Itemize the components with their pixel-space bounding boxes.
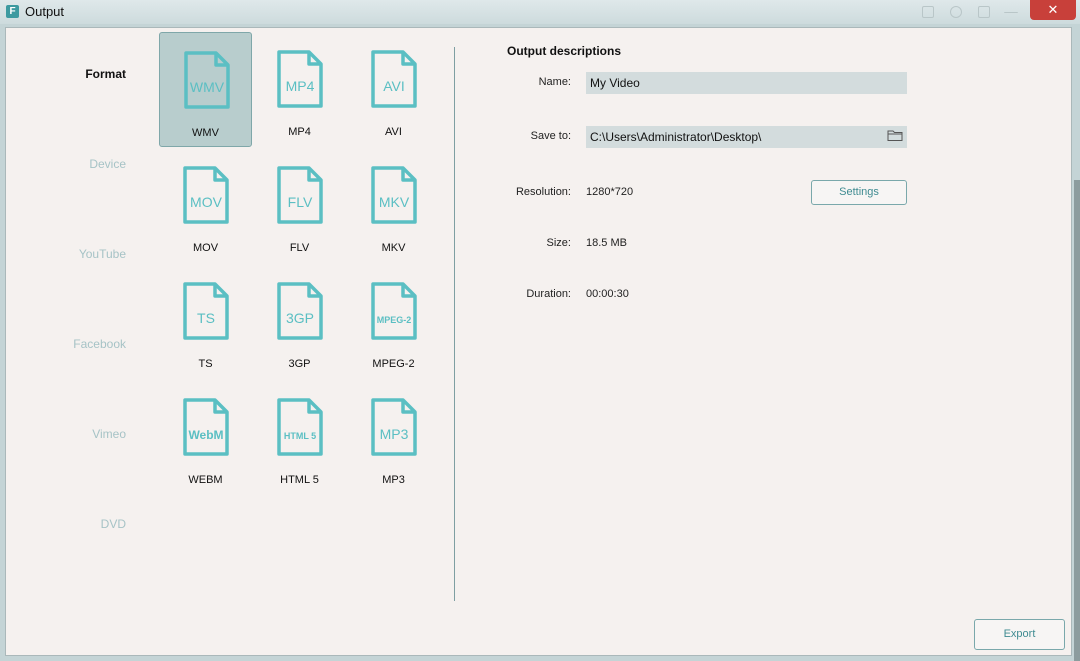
file-icon: MOV: [183, 166, 229, 224]
ghost-icon-1: [922, 6, 934, 18]
size-label: Size:: [546, 237, 571, 249]
format-tile-html-5[interactable]: HTML 5 HTML 5: [253, 380, 346, 495]
format-label: MOV: [192, 242, 219, 254]
format-tile-webm[interactable]: WebM WEBM: [159, 380, 252, 495]
file-icon-text: 3GP: [286, 310, 314, 326]
ghost-icon-4: [1004, 12, 1018, 14]
window-title: Output: [25, 4, 65, 19]
format-label: MKV: [381, 242, 406, 254]
sidebar-item-youtube[interactable]: YouTube: [36, 247, 126, 261]
file-icon-text: MKV: [379, 194, 410, 210]
output-descriptions-heading: Output descriptions: [507, 44, 621, 58]
file-icon-text: MOV: [190, 194, 223, 210]
format-tile-mov[interactable]: MOV MOV: [159, 148, 252, 263]
file-icon: MPEG-2: [371, 282, 417, 340]
file-icon: TS: [183, 282, 229, 340]
name-input[interactable]: My Video: [586, 72, 907, 94]
format-label: MPEG-2: [372, 358, 415, 370]
file-icon-text: AVI: [383, 78, 405, 94]
format-label: 3GP: [288, 358, 311, 370]
save-to-label: Save to:: [530, 130, 571, 142]
file-icon: HTML 5: [277, 398, 323, 456]
sidebar-item-vimeo[interactable]: Vimeo: [36, 427, 126, 441]
format-label: MP4: [288, 126, 311, 138]
file-icon: 3GP: [277, 282, 323, 340]
file-icon-text: WebM: [188, 428, 223, 442]
duration-value: 00:00:30: [586, 288, 629, 300]
file-icon-text: MPEG-2: [377, 315, 412, 325]
sidebar-item-device[interactable]: Device: [36, 157, 126, 171]
format-tile-mkv[interactable]: MKV MKV: [347, 148, 440, 263]
file-icon: MP4: [277, 50, 323, 108]
folder-icon[interactable]: [887, 128, 903, 142]
format-label: WMV: [192, 127, 219, 139]
format-tile-wmv[interactable]: WMV WMV: [159, 32, 252, 147]
format-label: FLV: [289, 242, 310, 254]
panel-divider: [454, 47, 455, 601]
format-label: AVI: [385, 126, 402, 138]
settings-button[interactable]: Settings: [811, 180, 907, 205]
save-to-path: C:\Users\Administrator\Desktop\: [590, 130, 762, 144]
file-icon-text: WMV: [190, 79, 225, 95]
file-icon-text: FLV: [288, 194, 313, 210]
format-label: MP3: [382, 474, 405, 486]
format-label: HTML 5: [280, 474, 319, 486]
ghost-icon-2: [950, 6, 962, 18]
format-label: WEBM: [188, 474, 223, 486]
ghost-icon-3: [978, 6, 990, 18]
format-tile-mp3[interactable]: MP3 MP3: [347, 380, 440, 495]
file-icon-text: MP4: [286, 78, 315, 94]
app-logo: F: [6, 5, 19, 18]
format-label: TS: [198, 358, 213, 370]
file-icon-text: HTML 5: [284, 431, 316, 441]
format-tile-flv[interactable]: FLV FLV: [253, 148, 346, 263]
format-tile-3gp[interactable]: 3GP 3GP: [253, 264, 346, 379]
sidebar-item-dvd[interactable]: DVD: [36, 517, 126, 531]
resolution-label: Resolution:: [515, 186, 571, 198]
close-button[interactable]: ✕: [1030, 0, 1076, 20]
format-tile-mpeg-2[interactable]: MPEG-2 MPEG-2: [347, 264, 440, 379]
file-icon-text: TS: [197, 310, 215, 326]
sidebar-item-facebook[interactable]: Facebook: [36, 337, 126, 351]
file-icon: WMV: [184, 51, 230, 109]
background-window-edge: [1074, 180, 1080, 661]
file-icon: FLV: [277, 166, 323, 224]
background-menu-ghost: [72, 7, 86, 13]
output-dialog: Format Device YouTube Facebook Vimeo DVD…: [5, 27, 1072, 656]
file-icon: AVI: [371, 50, 417, 108]
export-button[interactable]: Export: [974, 619, 1065, 650]
resolution-value: 1280*720: [586, 186, 634, 198]
format-tile-mp4[interactable]: MP4 MP4: [253, 32, 346, 147]
file-icon: MP3: [371, 398, 417, 456]
save-to-input[interactable]: C:\Users\Administrator\Desktop\: [586, 126, 907, 148]
name-label: Name:: [538, 76, 571, 88]
size-value: 18.5 MB: [586, 237, 627, 249]
duration-label: Duration:: [526, 288, 571, 300]
file-icon-text: MP3: [380, 426, 409, 442]
file-icon: MKV: [371, 166, 417, 224]
sidebar-item-format[interactable]: Format: [36, 67, 126, 81]
format-tile-avi[interactable]: AVI AVI: [347, 32, 440, 147]
file-icon: WebM: [183, 398, 229, 456]
format-tile-ts[interactable]: TS TS: [159, 264, 252, 379]
title-bar: F Output ✕: [0, 0, 1080, 24]
